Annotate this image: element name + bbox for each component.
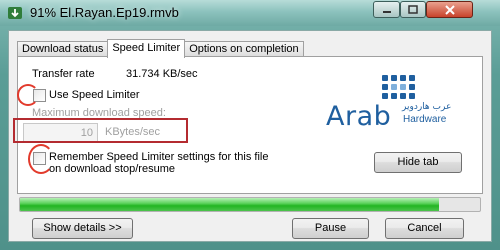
- download-progress-bar: [19, 197, 481, 212]
- minimize-icon: [382, 10, 391, 13]
- transfer-rate-value: 31.734 KB/sec: [126, 68, 198, 80]
- tab-strip: Download status Speed Limiter Options on…: [17, 39, 304, 58]
- maximize-button[interactable]: [400, 1, 426, 18]
- logo-arabic-text: عرب هاردوير: [402, 102, 452, 112]
- arab-hardware-logo: Arab عرب هاردوير Hardware: [318, 71, 468, 132]
- download-progress-fill: [20, 198, 439, 211]
- cancel-button[interactable]: Cancel: [385, 218, 464, 239]
- hide-tab-button[interactable]: Hide tab: [374, 152, 462, 173]
- transfer-rate-label: Transfer rate: [32, 68, 95, 80]
- show-details-button[interactable]: Show details >>: [32, 218, 133, 239]
- tab-download-status[interactable]: Download status: [17, 41, 109, 57]
- download-window: 91% El.Rayan.Ep19.rmvb Download status S…: [0, 0, 500, 250]
- logo-hardware-text: Hardware: [403, 114, 447, 125]
- tab-speed-limiter[interactable]: Speed Limiter: [107, 39, 186, 58]
- close-button[interactable]: [426, 1, 473, 18]
- annotation-box-speed-input: [13, 118, 188, 143]
- pause-button[interactable]: Pause: [292, 218, 369, 239]
- tab-options-on-completion[interactable]: Options on completion: [184, 41, 304, 57]
- dialog-client-area: Download status Speed Limiter Options on…: [8, 30, 492, 242]
- remember-settings-label-line2[interactable]: on download stop/resume: [49, 163, 175, 175]
- remember-settings-label-line1[interactable]: Remember Speed Limiter settings for this…: [49, 151, 268, 163]
- window-title: 91% El.Rayan.Ep19.rmvb: [30, 5, 179, 20]
- idm-app-icon: [8, 7, 22, 19]
- close-icon: [444, 4, 455, 15]
- maximize-icon: [408, 5, 418, 14]
- title-bar[interactable]: 91% El.Rayan.Ep19.rmvb: [0, 0, 500, 26]
- annotation-circle-use-limiter: [17, 84, 39, 106]
- logo-arab-text: Arab: [326, 101, 392, 132]
- minimize-button[interactable]: [373, 1, 400, 18]
- annotation-circle-remember: [28, 144, 54, 174]
- use-speed-limiter-label[interactable]: Use Speed Limiter: [49, 89, 140, 101]
